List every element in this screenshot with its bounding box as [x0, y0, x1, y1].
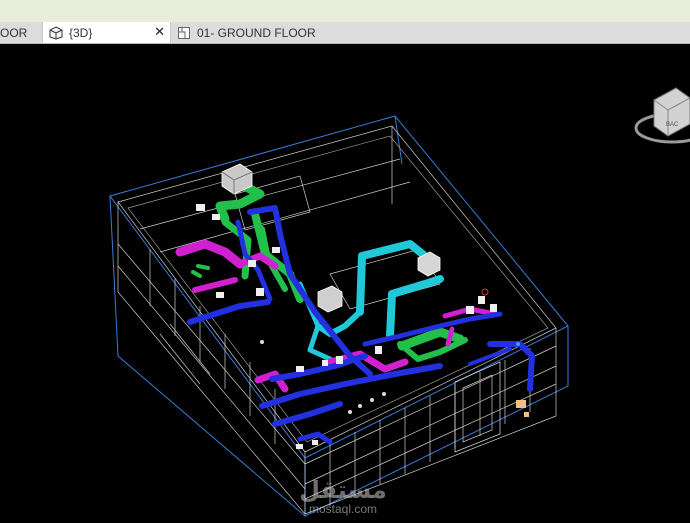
- 3d-model-viewport[interactable]: BAC مستقل mostaql.com: [0, 44, 690, 523]
- building-wireframe: [117, 125, 557, 515]
- view-tab-bar: OOR {3D} ✕ 01- GROUND FLOOR: [0, 22, 690, 44]
- view-cube[interactable]: BAC: [632, 80, 690, 150]
- house-3d-icon: [48, 25, 64, 40]
- tab-previous-floor-plan[interactable]: OOR: [0, 22, 42, 43]
- watermark: مستقل mostaql.com: [288, 476, 398, 518]
- tab-3d-view[interactable]: {3D} ✕: [42, 22, 171, 43]
- watermark-url: mostaql.com: [308, 502, 378, 516]
- viewcube-face-label: BAC: [666, 122, 679, 128]
- tab-label: 01- GROUND FLOOR: [197, 25, 316, 40]
- close-icon[interactable]: ✕: [154, 25, 165, 39]
- watermark-arabic: مستقل: [299, 476, 387, 504]
- tab-label: OOR: [0, 25, 28, 40]
- ribbon-strip: [0, 0, 690, 22]
- floor-plan-icon: [176, 26, 192, 40]
- model-canvas: [109, 115, 569, 518]
- tab-label: {3D}: [69, 25, 93, 40]
- tab-ground-floor[interactable]: 01- GROUND FLOOR: [172, 22, 342, 43]
